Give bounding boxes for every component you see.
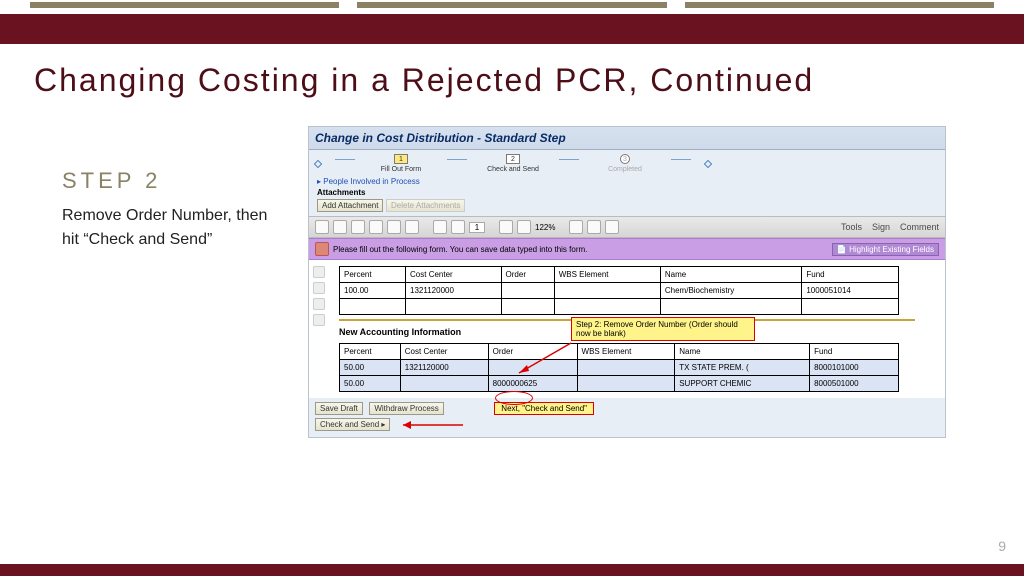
delete-attachments-button: Delete Attachments	[386, 199, 465, 212]
callout-step2: Step 2: Remove Order Number (Order shoul…	[571, 317, 755, 341]
check-and-send-button[interactable]: Check and Send ▸	[315, 418, 390, 431]
page-down-icon[interactable]	[451, 220, 465, 234]
form-info-bar: Please fill out the following form. You …	[309, 238, 945, 260]
fit-icon[interactable]	[587, 220, 601, 234]
tools-tab[interactable]: Tools	[841, 222, 862, 232]
zoom-in-icon[interactable]	[517, 220, 531, 234]
step-label: STEP 2	[62, 168, 282, 194]
page-field[interactable]: 1	[469, 222, 485, 233]
order-highlight-oval	[495, 391, 533, 405]
progress-step-3: 3	[620, 154, 630, 164]
pdf-toolbar: 1 122% Tools Sign Comment	[309, 216, 945, 238]
zoom-out-icon[interactable]	[499, 220, 513, 234]
page-thumb-icon[interactable]	[313, 266, 325, 278]
people-involved-link[interactable]: ▸ People Involved in Process	[309, 175, 428, 188]
zoom-level[interactable]: 122%	[535, 223, 555, 232]
form-icon	[315, 242, 329, 256]
withdraw-process-button[interactable]: Withdraw Process	[369, 402, 443, 415]
table-row	[340, 299, 899, 315]
header-band	[0, 14, 1024, 44]
print-icon[interactable]	[387, 220, 401, 234]
sign-icon[interactable]	[313, 314, 325, 326]
step-body: Remove Order Number, then hit “Check and…	[62, 204, 282, 252]
upload-icon[interactable]	[369, 220, 383, 234]
attach-icon[interactable]	[313, 298, 325, 310]
add-attachment-button[interactable]: Add Attachment	[317, 199, 383, 212]
window-title: Change in Cost Distribution - Standard S…	[309, 127, 945, 150]
footer-band	[0, 564, 1024, 576]
save-draft-button[interactable]: Save Draft	[315, 402, 363, 415]
page-number: 9	[998, 538, 1006, 554]
export-icon[interactable]	[351, 220, 365, 234]
bookmark-icon[interactable]	[313, 282, 325, 294]
mail-icon[interactable]	[405, 220, 419, 234]
accounting-table-1: Percent Cost Center Order WBS Element Na…	[339, 266, 899, 315]
save-icon[interactable]	[315, 220, 329, 234]
app-screenshot: Change in Cost Distribution - Standard S…	[308, 126, 946, 438]
table-row: 100.00 1321120000 Chem/Biochemistry 1000…	[340, 283, 899, 299]
progress-step-1[interactable]: 1	[394, 154, 408, 164]
table-row: 50.00 8000000625 SUPPORT CHEMIC 80005010…	[340, 376, 899, 392]
progress-step-2[interactable]: 2	[506, 154, 520, 164]
page-up-icon[interactable]	[433, 220, 447, 234]
pdf-icon[interactable]	[333, 220, 347, 234]
pdf-side-icons	[313, 266, 327, 330]
comment-tab[interactable]: Comment	[900, 222, 939, 232]
sign-tab[interactable]: Sign	[872, 222, 890, 232]
highlight-fields-button[interactable]: 📄 Highlight Existing Fields	[832, 243, 939, 256]
save2-icon[interactable]	[569, 220, 583, 234]
accounting-table-2: Percent Cost Center Order WBS Element Na…	[339, 343, 899, 392]
table-row: 50.00 1321120000 TX STATE PREM. ( 800010…	[340, 360, 899, 376]
fullscreen-icon[interactable]	[605, 220, 619, 234]
slide-title: Changing Costing in a Rejected PCR, Cont…	[34, 62, 814, 99]
progress-bar: 1 Fill Out Form 2 Check and Send 3 Compl…	[309, 150, 945, 175]
attachments-label: Attachments	[309, 188, 945, 197]
